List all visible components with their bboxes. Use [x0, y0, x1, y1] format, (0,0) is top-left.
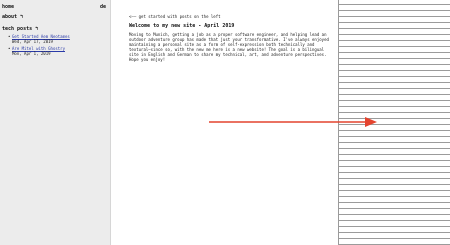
- about-link[interactable]: about ↰: [2, 14, 23, 20]
- sidebar: home de about ↰ tech posts ↰ Get Started…: [0, 0, 111, 245]
- language-de-link[interactable]: de: [100, 4, 106, 10]
- intro-text: Moving to Munich, getting a job as a pro…: [129, 32, 329, 62]
- home-link[interactable]: home: [2, 4, 14, 10]
- list-item: Get Started Aem Neotames Wed, Apr 17, 20…: [8, 34, 70, 44]
- page-title: Welcome to my new site - April 2019: [129, 23, 235, 29]
- tech-posts-link[interactable]: tech posts ↰: [2, 26, 38, 32]
- posts-list: Get Started Aem Neotames Wed, Apr 17, 20…: [8, 34, 70, 58]
- post-date: Mon, Apr 1, 2019: [12, 51, 51, 56]
- list-item: Are Mitel with Ghostry Mon, Apr 1, 2019: [8, 46, 70, 56]
- post-date: Wed, Apr 17, 2019: [12, 39, 53, 44]
- red-arrow-icon: [209, 117, 377, 127]
- posts-hint: <—— get started with posts on the left: [129, 14, 221, 19]
